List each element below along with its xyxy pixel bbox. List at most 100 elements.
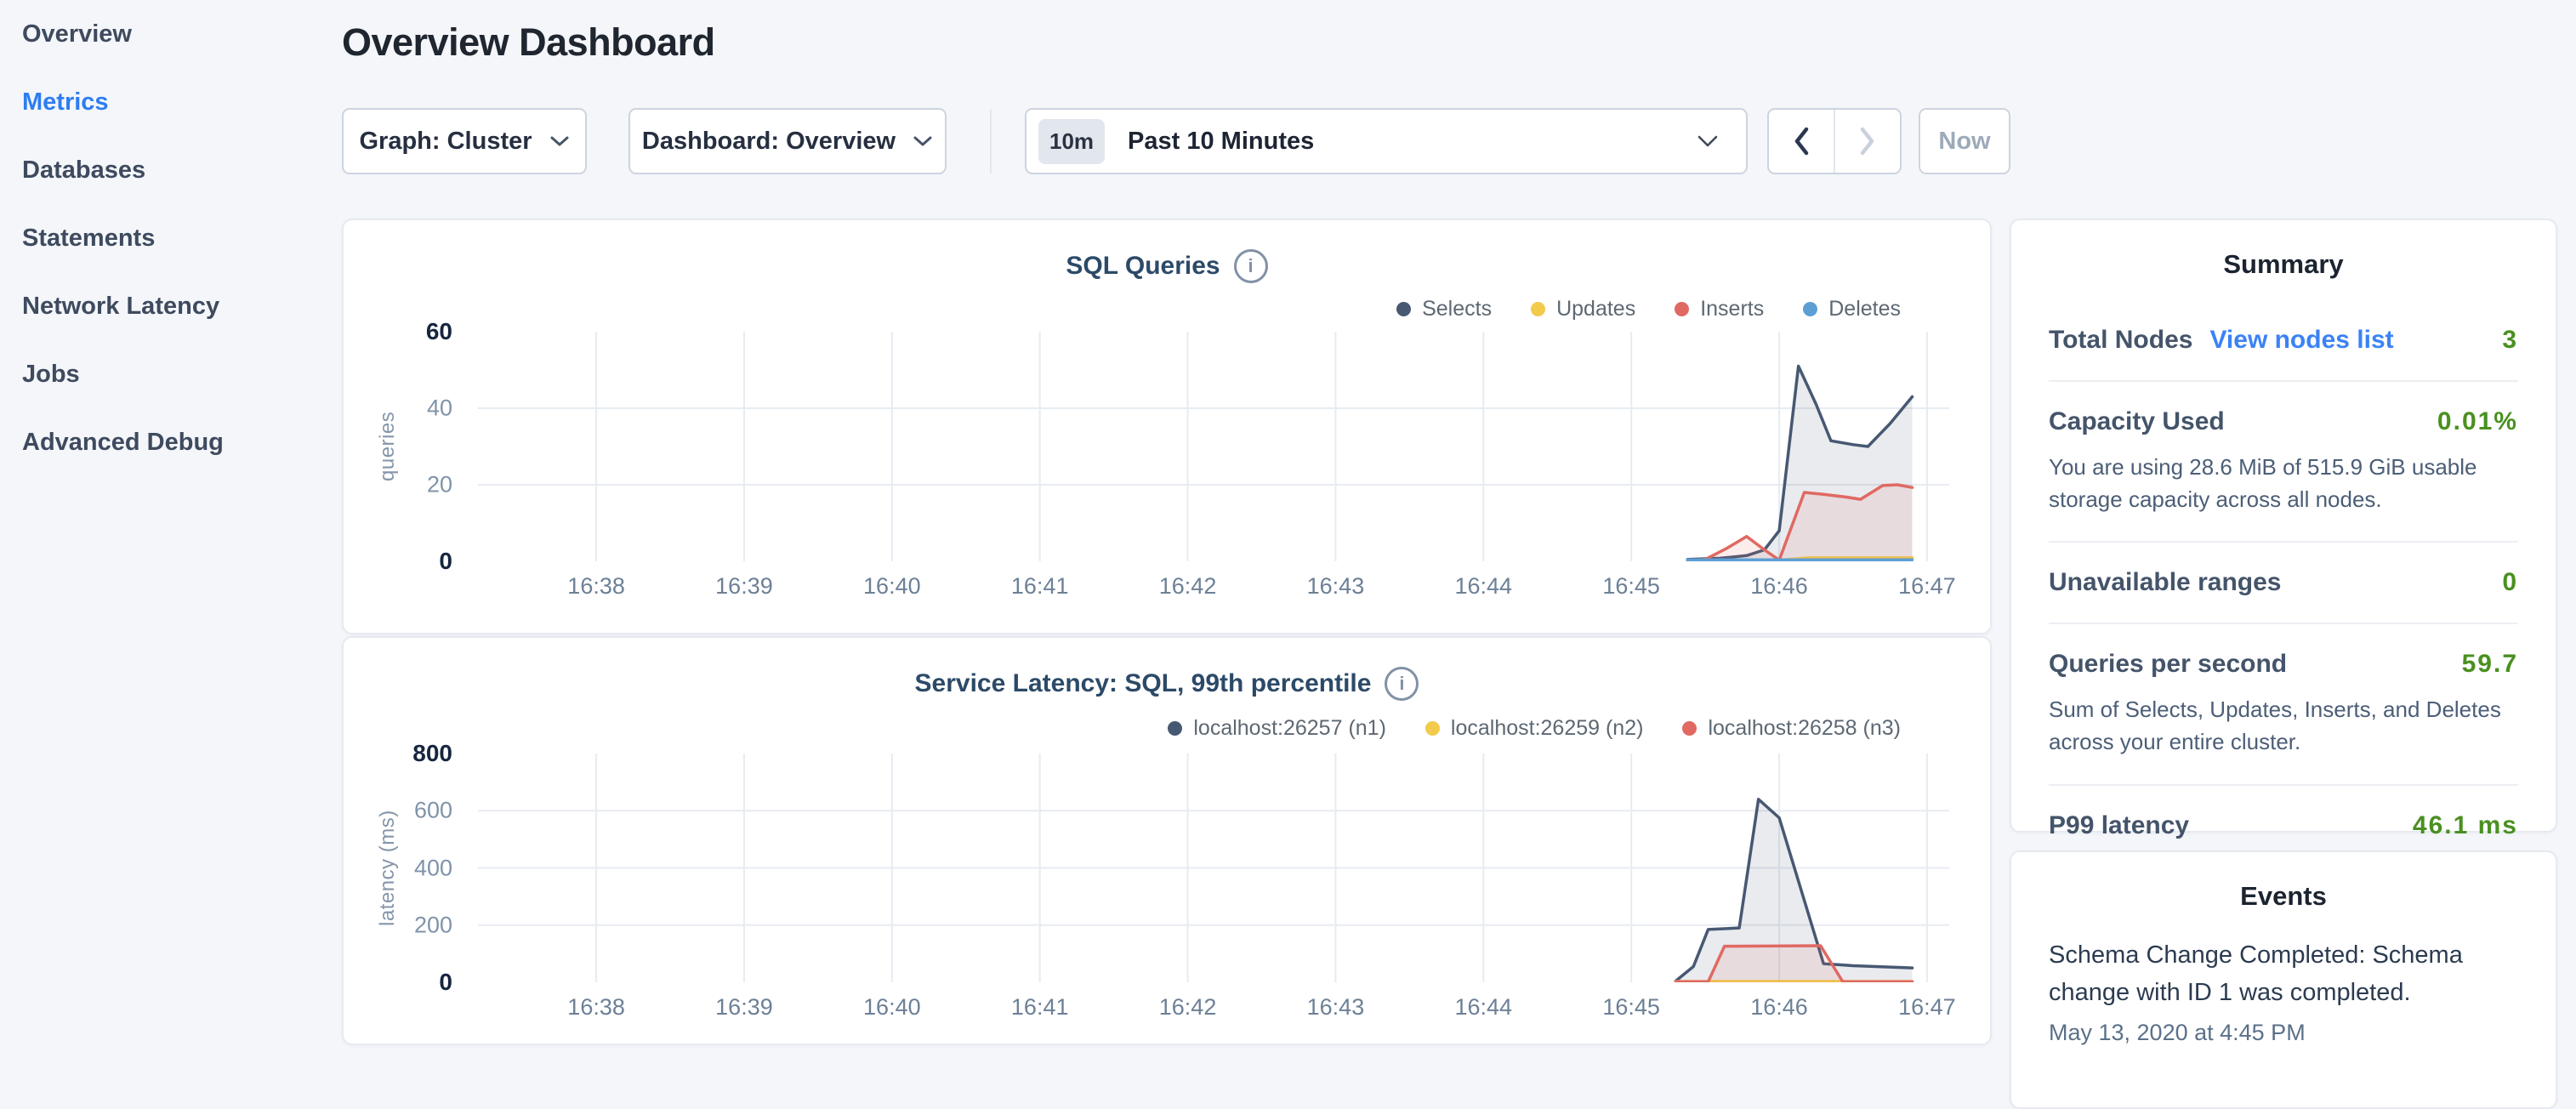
chart-svg bbox=[478, 754, 1949, 982]
sidebar-items: OverviewMetricsDatabasesStatementsNetwor… bbox=[0, 0, 327, 476]
x-tick-label: 16:42 bbox=[1159, 994, 1217, 1021]
legend-dot bbox=[1803, 302, 1817, 316]
summary-row: Total Nodes View nodes list 3 bbox=[2049, 300, 2518, 382]
legend-item: localhost:26258 (n3) bbox=[1682, 716, 1901, 741]
events-panel: Events Schema Change Completed: Schema c… bbox=[2010, 850, 2557, 1109]
sidebar-item-statements[interactable]: Statements bbox=[0, 204, 327, 272]
legend-item: localhost:26257 (n1) bbox=[1168, 716, 1386, 741]
chart-header: SQL Queries bbox=[344, 249, 1990, 283]
x-tick-label: 16:47 bbox=[1898, 573, 1956, 600]
summary-row-label: P99 latency bbox=[2049, 811, 2189, 840]
x-tick-label: 16:40 bbox=[863, 994, 921, 1021]
y-tick-label: 600 bbox=[359, 798, 452, 824]
sidebar-item-advanced-debug[interactable]: Advanced Debug bbox=[0, 408, 327, 476]
legend-label: Deletes bbox=[1828, 297, 1901, 321]
summary-row-head: Capacity Used 0.01% bbox=[2049, 407, 2518, 436]
summary-row-value: 0 bbox=[2502, 568, 2518, 597]
chevron-down-icon bbox=[1697, 134, 1719, 148]
summary-row-subtext: You are using 28.6 MiB of 515.9 GiB usab… bbox=[2049, 452, 2518, 515]
x-tick-label: 16:42 bbox=[1159, 573, 1217, 600]
graph-dropdown[interactable]: Graph: Cluster bbox=[342, 108, 587, 174]
summary-row-head: Queries per second59.7 bbox=[2049, 650, 2518, 679]
x-tick-label: 16:41 bbox=[1011, 994, 1069, 1021]
y-tick-label: 0 bbox=[359, 969, 452, 996]
chart-plot-area bbox=[478, 332, 1949, 561]
x-tick-label: 16:45 bbox=[1602, 573, 1660, 600]
x-tick-label: 16:39 bbox=[715, 573, 773, 600]
time-range-dropdown[interactable]: 10m Past 10 Minutes bbox=[1025, 108, 1748, 174]
chevron-down-icon bbox=[913, 135, 933, 147]
x-tick-label: 16:44 bbox=[1455, 573, 1513, 600]
legend-dot bbox=[1675, 302, 1689, 316]
summary-row-label: Capacity Used bbox=[2049, 407, 2225, 436]
chevron-down-icon bbox=[549, 135, 570, 147]
sidebar-item-databases[interactable]: Databases bbox=[0, 136, 327, 204]
y-tick-label: 200 bbox=[359, 912, 452, 938]
events-list: Schema Change Completed: Schema change w… bbox=[2011, 937, 2556, 1046]
x-tick-label: 16:43 bbox=[1307, 994, 1365, 1021]
x-tick-label: 16:39 bbox=[715, 994, 773, 1021]
info-icon[interactable] bbox=[1385, 667, 1419, 701]
dashboard-dropdown-label: Dashboard: Overview bbox=[642, 128, 896, 156]
summary-row-value: 0.01% bbox=[2437, 407, 2518, 436]
y-axis-ticks: 0204060 bbox=[359, 332, 452, 561]
controls-bar: Graph: Cluster Dashboard: Overview 10m P… bbox=[342, 108, 2010, 174]
legend-item: localhost:26259 (n2) bbox=[1425, 716, 1644, 741]
y-tick-label: 400 bbox=[359, 855, 452, 881]
time-back-button[interactable] bbox=[1769, 110, 1835, 173]
summary-row-value: 46.1 ms bbox=[2413, 811, 2518, 840]
time-nav-arrows bbox=[1767, 108, 1902, 174]
y-tick-label: 20 bbox=[359, 472, 452, 498]
legend-label: localhost:26258 (n3) bbox=[1708, 716, 1901, 741]
y-tick-label: 40 bbox=[359, 395, 452, 422]
chevron-left-icon bbox=[1793, 126, 1810, 156]
events-heading: Events bbox=[2011, 881, 2556, 912]
legend-dot bbox=[1168, 721, 1182, 736]
chart-title: SQL Queries bbox=[1066, 252, 1220, 281]
summary-row-value: 59.7 bbox=[2462, 650, 2518, 679]
sidebar-nav: OverviewMetricsDatabasesStatementsNetwor… bbox=[0, 0, 327, 1051]
summary-row: Unavailable ranges 0 bbox=[2049, 543, 2518, 624]
summary-row-head: Total Nodes View nodes list 3 bbox=[2049, 326, 2518, 355]
summary-rows: Total Nodes View nodes list 3 Capacity Used… bbox=[2011, 300, 2556, 866]
legend-item: Deletes bbox=[1803, 297, 1901, 321]
x-tick-label: 16:38 bbox=[567, 994, 625, 1021]
x-tick-label: 16:41 bbox=[1011, 573, 1069, 600]
x-tick-label: 16:40 bbox=[863, 573, 921, 600]
summary-heading: Summary bbox=[2011, 249, 2556, 280]
legend-dot bbox=[1425, 721, 1440, 736]
x-tick-label: 16:47 bbox=[1898, 994, 1956, 1021]
now-button[interactable]: Now bbox=[1919, 108, 2010, 174]
page-title: Overview Dashboard bbox=[342, 20, 715, 65]
dashboard-dropdown[interactable]: Dashboard: Overview bbox=[628, 108, 947, 174]
sidebar-item-jobs[interactable]: Jobs bbox=[0, 340, 327, 408]
summary-row-label: Total Nodes bbox=[2049, 326, 2192, 355]
sidebar-item-metrics[interactable]: Metrics bbox=[0, 68, 327, 136]
summary-row-label: Unavailable ranges bbox=[2049, 568, 2281, 597]
x-axis-ticks: 16:3816:3916:4016:4116:4216:4316:4416:45… bbox=[478, 573, 1949, 607]
chart-plot-area bbox=[478, 754, 1949, 982]
x-axis-ticks: 16:38 16:39 16:40 16:41 16:42 16:43 16:44 16:45… bbox=[478, 994, 1949, 1028]
x-tick-label: 16:45 bbox=[1602, 994, 1660, 1021]
service-latency-chart-card: Service Latency: SQL, 99th percentile lo… bbox=[342, 636, 1992, 1045]
summary-row-head: Unavailable ranges 0 bbox=[2049, 568, 2518, 597]
chart-legend: localhost:26257 (n1) localhost:26259 (n2)… bbox=[1168, 716, 1901, 741]
legend-dot bbox=[1396, 302, 1411, 316]
time-range-label: Past 10 Minutes bbox=[1128, 128, 1314, 156]
chevron-right-icon bbox=[1859, 126, 1876, 156]
y-tick-label: 0 bbox=[359, 548, 452, 575]
view-nodes-link[interactable]: View nodes list bbox=[2209, 326, 2393, 355]
time-forward-button[interactable] bbox=[1835, 110, 1900, 173]
info-icon[interactable] bbox=[1234, 249, 1268, 283]
x-tick-label: 16:43 bbox=[1307, 573, 1365, 600]
legend-item: Updates bbox=[1531, 297, 1635, 321]
sidebar-item-network-latency[interactable]: Network Latency bbox=[0, 272, 327, 340]
summary-row-subtext: Sum of Selects, Updates, Inserts, and De… bbox=[2049, 694, 2518, 758]
x-tick-label: 16:44 bbox=[1455, 994, 1513, 1021]
time-range-badge: 10m bbox=[1038, 119, 1105, 164]
summary-row-value: 3 bbox=[2502, 326, 2518, 355]
chart-title: Service Latency: SQL, 99th percentile bbox=[915, 669, 1372, 698]
y-tick-label: 60 bbox=[359, 318, 452, 345]
chart-legend: SelectsUpdatesInsertsDeletes bbox=[1396, 297, 1901, 321]
sidebar-item-overview[interactable]: Overview bbox=[0, 0, 327, 68]
